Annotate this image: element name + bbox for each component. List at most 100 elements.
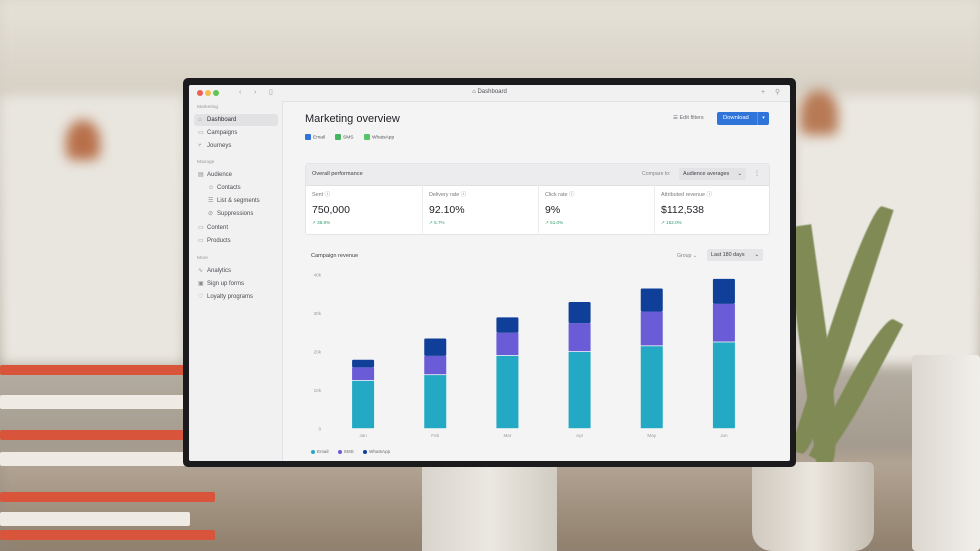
sidebar-item-list-segments[interactable]: ☰ List & segments [194, 195, 278, 207]
bar-whatsapp-jan[interactable] [352, 359, 375, 368]
bar-sms-may[interactable] [640, 311, 663, 346]
sidebar-item-products[interactable]: ▭ Products [194, 235, 278, 247]
download-button[interactable]: Download ▾ [717, 112, 769, 125]
sidebar-item-dashboard[interactable]: ⌂ Dashboard [194, 114, 278, 126]
metric-value: $112,538 [661, 204, 705, 216]
performance-title: Overall performance [312, 171, 363, 177]
paper-stack [0, 452, 190, 466]
email-icon [305, 134, 311, 140]
campaign-revenue-card: Campaign revenue Group ⌄ Last 180 days ⌄ … [305, 249, 768, 461]
bar-sms-apr[interactable] [568, 323, 591, 352]
chart-title: Campaign revenue [311, 253, 359, 259]
monitor: ‹ › ▯ ⌂ Dashboard + ⚲ Marketing ⌂ Dashboa… [183, 78, 796, 467]
x-tick-label: Apr [576, 433, 584, 438]
home-icon: ⌂ [198, 117, 202, 123]
x-tick-label: Feb [431, 433, 439, 438]
x-tick-label: Jun [720, 433, 728, 438]
more-options-icon[interactable]: ⋮ [754, 170, 760, 177]
channel-chip-whatsapp[interactable]: WhatsApp [364, 134, 394, 141]
legend-item-whatsapp[interactable]: WhatsApp [363, 449, 390, 454]
bar-sms-jun[interactable] [712, 303, 735, 342]
metric-delta: ↗ 51.0% [545, 220, 564, 225]
compare-select[interactable]: Audience averages ⌄ [679, 168, 746, 180]
metric-delta: ↗ 5.7% [429, 220, 445, 225]
date-range-select[interactable]: Last 180 days ⌄ [707, 249, 763, 261]
sidebar-item-content[interactable]: ▭ Content [194, 222, 278, 234]
paper-tray [0, 492, 215, 502]
group-select[interactable]: Group ⌄ [677, 253, 697, 259]
bar-whatsapp-jun[interactable] [712, 278, 735, 304]
plus-icon[interactable]: + [761, 88, 765, 97]
sidebar-item-sign-up-forms[interactable]: ▣ Sign up forms [194, 278, 278, 290]
pendant-lamp [66, 120, 100, 160]
search-icon[interactable]: ⚲ [775, 88, 780, 97]
legend-item-email[interactable]: Email [311, 449, 329, 454]
bar-email-may[interactable] [640, 346, 663, 429]
metric-delivery-rate: Delivery rate ⓘ 92.10% ↗ 5.7% [422, 185, 538, 233]
edit-filters-button[interactable]: ☰ Edit filters [673, 115, 704, 121]
bar-email-apr[interactable] [568, 352, 591, 429]
bar-whatsapp-mar[interactable] [496, 317, 519, 333]
sidebar-item-suppressions[interactable]: ⊘ Suppressions [194, 208, 278, 220]
chevron-down-icon[interactable]: ▾ [757, 112, 769, 125]
title-bar: ‹ › ▯ ⌂ Dashboard + ⚲ [189, 85, 790, 102]
y-tick-label: 10k [314, 388, 322, 393]
channel-chip-sms[interactable]: SMS [335, 134, 353, 141]
bar-sms-mar[interactable] [496, 332, 519, 356]
metric-click-rate: Click rate ⓘ 9% ↗ 51.0% [538, 185, 654, 233]
pen-holder [912, 355, 980, 551]
sidebar-section-more: More [197, 256, 208, 261]
suppressions-icon: ⊘ [208, 211, 214, 217]
sidebar-section-manage: Manage [197, 160, 215, 165]
x-tick-label: Jan [359, 433, 367, 438]
sidebar-section-marketing: Marketing [197, 105, 219, 110]
bar-whatsapp-may[interactable] [640, 288, 663, 312]
info-icon[interactable]: ⓘ [707, 192, 712, 198]
sidebar-item-audience[interactable]: ▤ Audience [194, 169, 278, 181]
x-tick-label: Mar [503, 433, 511, 438]
metric-attributed-revenue: Attributed revenue ⓘ $112,538 ↗ 152.0% [654, 185, 770, 233]
paper-stack [0, 395, 190, 409]
paper-stack [0, 512, 190, 526]
chevron-down-icon: ⌄ [754, 252, 759, 258]
bar-whatsapp-apr[interactable] [568, 301, 591, 324]
sidebar-item-contacts[interactable]: ☺ Contacts [194, 182, 278, 194]
y-tick-label: 40k [314, 273, 322, 278]
channel-chip-email[interactable]: Email [305, 134, 325, 141]
plant-pot [752, 462, 874, 551]
campaigns-icon: ▭ [198, 130, 204, 136]
sidebar: Marketing ⌂ Dashboard ▭ Campaigns ⑂ Journey… [189, 101, 283, 461]
folder-icon: ▭ [198, 238, 204, 244]
main-content: Marketing overview Email SMS WhatsApp ☰ … [283, 101, 790, 461]
bar-whatsapp-feb[interactable] [424, 338, 447, 356]
bar-email-jun[interactable] [712, 342, 735, 429]
chevron-down-icon: ⌄ [737, 171, 742, 177]
info-icon[interactable]: ⓘ [569, 192, 574, 198]
sidebar-item-campaigns[interactable]: ▭ Campaigns [194, 127, 278, 139]
chart-legend: Email SMS WhatsApp [311, 449, 398, 454]
sidebar-item-loyalty-programs[interactable]: ♡ Loyalty programs [194, 291, 278, 303]
bar-email-feb[interactable] [424, 375, 447, 429]
info-icon[interactable]: ⓘ [461, 192, 466, 198]
overall-performance-card: Overall performance Compare to: Audience… [305, 163, 770, 235]
bar-email-jan[interactable] [352, 380, 375, 429]
list-icon: ☰ [208, 198, 214, 204]
metric-value: 92.10% [429, 204, 465, 216]
heart-icon: ♡ [198, 294, 204, 300]
sms-icon [335, 134, 341, 140]
contacts-icon: ☺ [208, 185, 215, 191]
x-tick-label: May [647, 433, 656, 438]
metric-value: 9% [545, 204, 561, 216]
bar-sms-feb[interactable] [424, 355, 447, 375]
sidebar-item-analytics[interactable]: ∿ Analytics [194, 265, 278, 277]
legend-item-sms[interactable]: SMS [337, 449, 354, 454]
bar-email-mar[interactable] [496, 355, 519, 429]
audience-icon: ▤ [198, 172, 204, 178]
paper-tray [0, 530, 215, 540]
y-tick-label: 0 [318, 427, 321, 432]
compare-label: Compare to: [642, 171, 671, 177]
sidebar-item-journeys[interactable]: ⑂ Journeys [194, 140, 278, 152]
bar-sms-jan[interactable] [352, 367, 375, 381]
info-icon[interactable]: ⓘ [325, 192, 330, 198]
y-tick-label: 30k [314, 311, 322, 316]
